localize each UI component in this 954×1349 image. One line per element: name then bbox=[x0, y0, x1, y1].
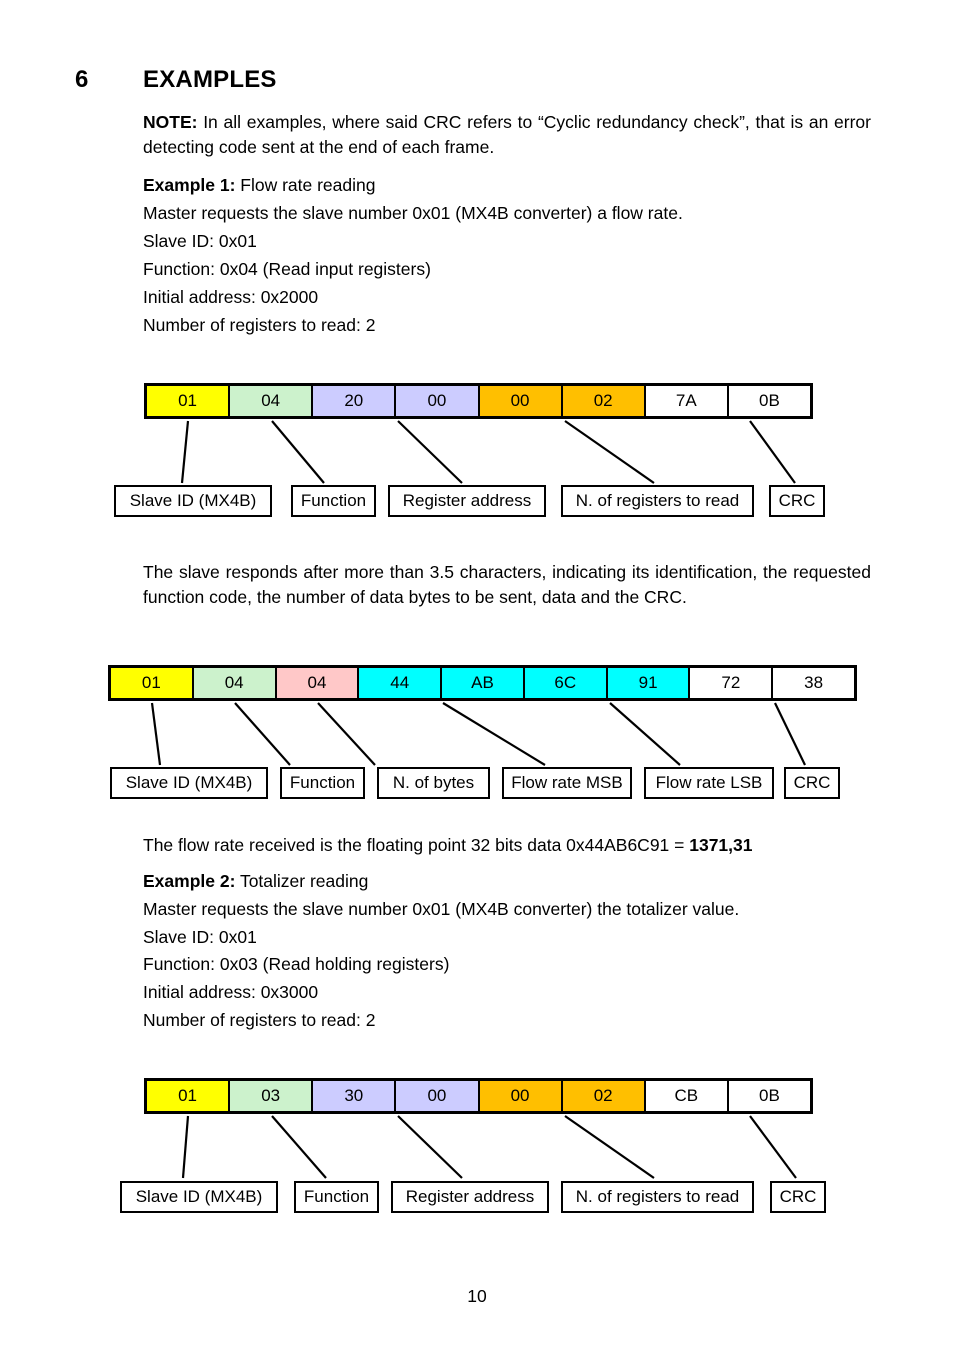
frame-byte-cell: 03 bbox=[230, 1081, 314, 1111]
frame3-label-crc: CRC bbox=[770, 1181, 826, 1213]
note-label: NOTE: bbox=[143, 112, 198, 132]
frame1-label-register-address: Register address bbox=[388, 485, 546, 517]
example1-response-paragraph: The slave responds after more than 3.5 c… bbox=[143, 562, 871, 607]
frame2-label-function: Function bbox=[280, 767, 365, 799]
example1-result: The flow rate received is the floating p… bbox=[143, 833, 871, 858]
example2-request-intro: Master requests the slave number 0x01 (M… bbox=[143, 899, 740, 919]
frame-byte-cell: 01 bbox=[147, 386, 231, 416]
frame-byte-cell: 02 bbox=[562, 1081, 646, 1111]
example1-function: Function: 0x04 (Read input registers) bbox=[143, 259, 431, 279]
frame-byte-cell: 00 bbox=[396, 1081, 480, 1111]
example2-function: Function: 0x03 (Read holding registers) bbox=[143, 954, 450, 974]
frame3-label-n-registers: N. of registers to read bbox=[561, 1181, 754, 1213]
example2-heading: Example 2: Totalizer reading bbox=[143, 869, 871, 894]
request-frame-flow-rate: 01 04 20 00 00 02 7A 0B bbox=[144, 383, 813, 419]
frame-byte-cell: 00 bbox=[479, 1081, 563, 1111]
frame2-label-crc: CRC bbox=[784, 767, 840, 799]
frame1-label-slave-id: Slave ID (MX4B) bbox=[114, 485, 272, 517]
frame1-label-n-registers: N. of registers to read bbox=[561, 485, 754, 517]
example1-request-intro: Master requests the slave number 0x01 (M… bbox=[143, 203, 683, 223]
frame-byte-cell: 91 bbox=[607, 668, 691, 698]
frame-byte-cell: 20 bbox=[313, 386, 397, 416]
example1-result-value: 1371,31 bbox=[689, 835, 753, 855]
example2-slave-id: Slave ID: 0x01 bbox=[143, 927, 257, 947]
response-frame-flow-rate: 01 04 04 44 AB 6C 91 72 38 bbox=[108, 665, 857, 701]
frame3-label-function: Function bbox=[294, 1181, 379, 1213]
page-title: 6 EXAMPLES bbox=[75, 66, 875, 94]
frame-byte-cell: 0B bbox=[728, 386, 810, 416]
section-number: 6 bbox=[75, 66, 89, 93]
frame-byte-cell: 04 bbox=[230, 386, 314, 416]
frame-byte-cell: 7A bbox=[645, 386, 729, 416]
frame-byte-cell: 02 bbox=[562, 386, 646, 416]
frame-byte-cell: 44 bbox=[359, 668, 443, 698]
example1-heading: Example 1: Flow rate reading bbox=[143, 173, 871, 198]
frame2-label-flow-rate-lsb: Flow rate LSB bbox=[644, 767, 774, 799]
frame2-label-slave-id: Slave ID (MX4B) bbox=[110, 767, 268, 799]
frame2-label-n-bytes: N. of bytes bbox=[377, 767, 490, 799]
frame3-label-slave-id: Slave ID (MX4B) bbox=[120, 1181, 278, 1213]
note-paragraph: NOTE: In all examples, where said CRC re… bbox=[143, 110, 871, 160]
frame3-label-register-address: Register address bbox=[391, 1181, 549, 1213]
frame-byte-cell: 30 bbox=[313, 1081, 397, 1111]
frame-byte-cell: 01 bbox=[111, 668, 194, 698]
page-number: 10 bbox=[467, 1286, 487, 1306]
frame-byte-cell: 6C bbox=[524, 668, 608, 698]
frame-byte-cell: 72 bbox=[690, 668, 774, 698]
example1-initial-address: Initial address: 0x2000 bbox=[143, 287, 319, 307]
frame1-label-crc: CRC bbox=[769, 485, 825, 517]
frame-byte-cell: 00 bbox=[479, 386, 563, 416]
frame-byte-cell: 0B bbox=[728, 1081, 810, 1111]
frame2-label-flow-rate-msb: Flow rate MSB bbox=[502, 767, 632, 799]
example2-title: Totalizer reading bbox=[235, 871, 369, 891]
note-text: In all examples, where said CRC refers t… bbox=[143, 112, 871, 157]
example1-label: Example 1: bbox=[143, 175, 236, 195]
example2-label: Example 2: bbox=[143, 871, 236, 891]
request-frame-totalizer: 01 03 30 00 00 02 CB 0B bbox=[144, 1078, 813, 1114]
frame-byte-cell: 01 bbox=[147, 1081, 231, 1111]
example2-initial-address: Initial address: 0x3000 bbox=[143, 982, 319, 1002]
example1-registers: Number of registers to read: 2 bbox=[143, 315, 376, 335]
frame1-label-function: Function bbox=[291, 485, 376, 517]
frame-byte-cell: 00 bbox=[396, 386, 480, 416]
example2-registers: Number of registers to read: 2 bbox=[143, 1010, 376, 1030]
document-page: 6 EXAMPLES NOTE: In all examples, where s… bbox=[0, 0, 954, 1349]
section-title: EXAMPLES bbox=[143, 66, 277, 93]
frame-byte-cell: 38 bbox=[773, 668, 855, 698]
example1-slave-id: Slave ID: 0x01 bbox=[143, 231, 257, 251]
frame-byte-cell: 04 bbox=[276, 668, 360, 698]
frame-byte-cell: 04 bbox=[193, 668, 277, 698]
frame-byte-cell: CB bbox=[645, 1081, 729, 1111]
example1-title: Flow rate reading bbox=[235, 175, 376, 195]
example1-result-prefix: The flow rate received is the floating p… bbox=[143, 835, 690, 855]
frame-byte-cell: AB bbox=[442, 668, 525, 698]
